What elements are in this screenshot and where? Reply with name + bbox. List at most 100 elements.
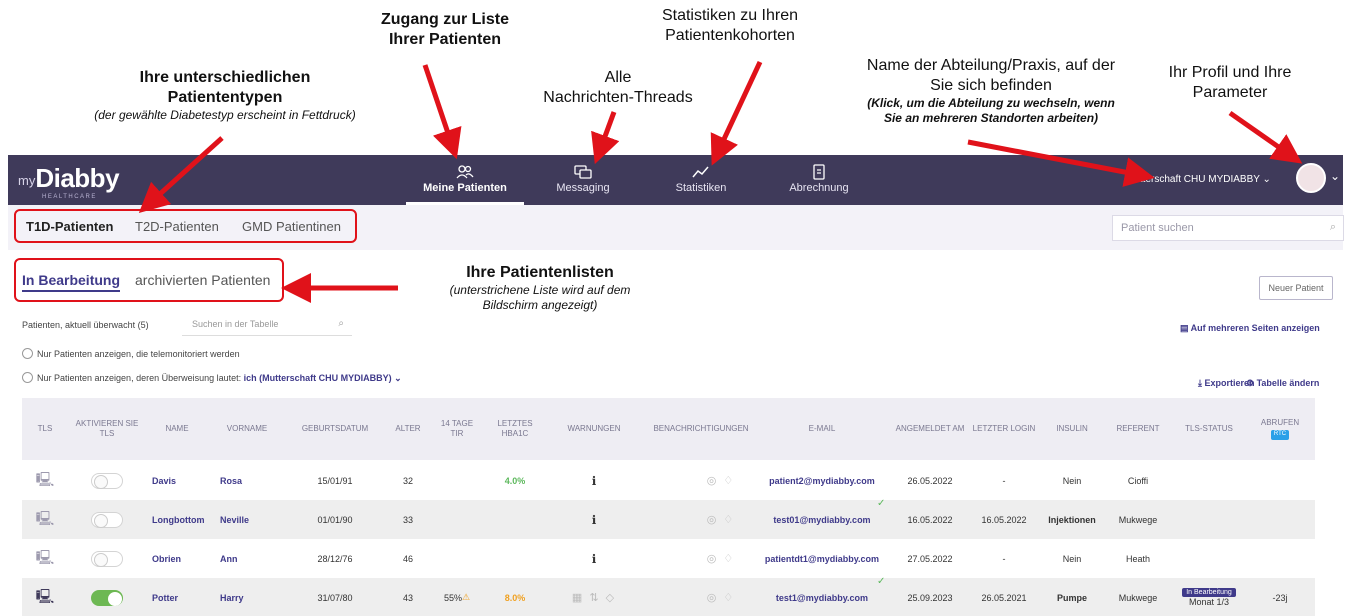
new-patient-button[interactable]: Neuer Patient [1259, 276, 1333, 300]
radio-button[interactable] [22, 348, 33, 359]
radio-button[interactable] [22, 372, 33, 383]
column-header-last-login[interactable]: LETZTER LOGIN [972, 398, 1036, 460]
column-header-retrieve[interactable]: ABRUFEN RTC [1250, 398, 1310, 460]
chevron-down-icon[interactable]: ⌄ [1330, 169, 1340, 183]
hba1c-value: 4.0% [504, 475, 526, 486]
table-row[interactable]: 🖳 Longbottom Neville 01/01/90 33 ℹ ◎ ♢ test01@m… [22, 498, 1315, 539]
patient-email[interactable]: patientdt1@mydiabby.com [762, 539, 882, 578]
referral-dropdown[interactable]: ich (Mutterschaft CHU MYDIABBY) ⌄ [244, 373, 402, 383]
tls-toggle[interactable] [91, 589, 123, 606]
nav-my-patients[interactable]: Meine Patienten [406, 155, 524, 205]
department-selector[interactable]: Mutterschaft CHU MYDIABBY ⌄ [1126, 174, 1271, 185]
table-search-input[interactable]: Suchen in der Tabelle ⌕ [182, 314, 352, 336]
tab-in-progress[interactable]: In Bearbeitung [22, 272, 121, 292]
notification-icons: ◎ ♢ [706, 514, 736, 526]
tls-toggle-cell[interactable] [72, 578, 142, 616]
device-icon[interactable]: 🖳 [22, 539, 68, 578]
nav-messaging[interactable]: Messaging [538, 155, 628, 205]
notifications-cell[interactable]: ◎ ♢ [686, 461, 756, 500]
annotation-patient-list: Zugang zur Liste Ihrer Patienten [345, 10, 545, 50]
monitor-icon: 🖳 [35, 509, 55, 526]
column-header-tls[interactable]: TLS [22, 398, 68, 460]
info-icon: ℹ [591, 512, 597, 527]
gear-icon: ⚙ [1246, 378, 1257, 388]
warnings-cell[interactable]: ℹ [550, 539, 638, 578]
patient-name[interactable]: Davis [152, 461, 212, 500]
tab-t1d-patients[interactable]: T1D-Patienten [26, 219, 113, 234]
table-row[interactable]: 🖳 Obrien Ann 28/12/76 46 ℹ ◎ ♢ patientdt1@mydia… [22, 539, 1315, 578]
column-header-referent[interactable]: REFERENT [1106, 398, 1170, 460]
column-header-firstname[interactable]: VORNAME [217, 398, 277, 460]
birth-date: 15/01/91 [317, 475, 353, 486]
notifications-cell[interactable]: ◎ ♢ [686, 500, 756, 539]
change-table-button[interactable]: ⚙ Tabelle ändern [1246, 378, 1319, 389]
patient-email[interactable]: test1@mydiabby.com [762, 578, 882, 616]
filter-referral[interactable]: Nur Patienten anzeigen, deren Überweisun… [22, 372, 402, 384]
patient-name[interactable]: Potter [152, 578, 212, 616]
referent: Mukwege [1118, 514, 1158, 525]
warnings-cell[interactable]: ℹ [550, 500, 638, 539]
patient-search-input[interactable]: Patient suchen ⌕ [1112, 215, 1344, 241]
patient-firstname[interactable]: Ann [220, 539, 280, 578]
notification-icons: ◎ ♢ [706, 475, 736, 487]
patient-email[interactable]: patient2@mydiabby.com [762, 461, 882, 500]
tab-archived-patients[interactable]: archivierten Patienten [135, 272, 270, 288]
table-row[interactable]: 🖳 Davis Rosa 15/01/91 32 4.0% ℹ ◎ ♢ patient2@myd… [22, 461, 1315, 500]
filter-telemonitored[interactable]: Nur Patienten anzeigen, die telemonitori… [22, 348, 240, 359]
column-header-insulin[interactable]: INSULIN [1042, 398, 1102, 460]
patient-email[interactable]: test01@mydiabby.com [762, 500, 882, 539]
notifications-cell[interactable]: ◎ ♢ [686, 578, 756, 616]
annotation-statistics: Statistiken zu Ihren Patientenkohorten [620, 6, 840, 46]
hba1c-value: 8.0% [504, 592, 526, 603]
tls-status [1174, 539, 1244, 578]
nav-label: Abrechnung [789, 182, 849, 194]
nav-billing[interactable]: Abrechnung [774, 155, 864, 205]
notifications-cell[interactable]: ◎ ♢ [686, 539, 756, 578]
tls-status: In Bearbeitung Monat 1/3 [1174, 578, 1244, 616]
app-logo[interactable]: myDiabby HEALTHCARE [18, 163, 120, 200]
annotation-note: (der gewählte Diabetestyp erscheint in F… [94, 108, 356, 122]
column-header-notifications[interactable]: BENACHRICHTIGUNGEN [646, 398, 756, 460]
table-header: TLS AKTIVIEREN SIE TLS NAME VORNAME GEBU… [22, 398, 1315, 460]
column-header-hba1c[interactable]: LETZTES HBA1C [490, 398, 540, 460]
patient-firstname[interactable]: Neville [220, 500, 280, 539]
column-header-birthdate[interactable]: GEBURTSDATUM [290, 398, 380, 460]
tab-gmd-patients[interactable]: GMD Patientinen [242, 219, 341, 234]
registered-date: 25.09.2023 [907, 592, 953, 603]
device-icon[interactable]: 🖳 [22, 461, 68, 500]
patient-firstname[interactable]: Rosa [220, 461, 280, 500]
warnings-cell[interactable]: ▦ ⇅ ◇ [550, 578, 638, 616]
tls-toggle-cell[interactable] [72, 461, 142, 500]
tls-toggle-cell[interactable] [72, 539, 142, 578]
hba1c-value [490, 539, 540, 578]
column-header-email[interactable]: E-MAIL [762, 398, 882, 460]
multi-page-link[interactable]: ▤ Auf mehreren Seiten anzeigen [1180, 323, 1320, 334]
device-icon[interactable]: 🖳 [22, 500, 68, 539]
patient-name[interactable]: Obrien [152, 539, 212, 578]
column-header-tir[interactable]: 14 TAGE TIR [434, 398, 480, 460]
monitor-icon: 🖳 [35, 548, 55, 565]
tab-t2d-patients[interactable]: T2D-Patienten [135, 219, 219, 234]
tls-toggle[interactable] [91, 511, 123, 528]
warnings-cell[interactable]: ℹ [550, 461, 638, 500]
column-header-activate-tls[interactable]: AKTIVIEREN SIE TLS [72, 398, 142, 460]
column-header-age[interactable]: ALTER [387, 398, 429, 460]
info-icon: ℹ [591, 551, 597, 566]
hba1c-value [490, 500, 540, 539]
birth-date: 28/12/76 [317, 553, 353, 564]
table-row[interactable]: 🖳 Potter Harry 31/07/80 43 55% ⚠ 8.0% ▦ ⇅ ◇ ◎ ♢ t… [22, 576, 1315, 616]
column-header-warnings[interactable]: WARNUNGEN [550, 398, 638, 460]
tls-toggle[interactable] [91, 550, 123, 567]
nav-statistics[interactable]: Statistiken [656, 155, 746, 205]
tls-toggle-cell[interactable] [72, 500, 142, 539]
profile-avatar[interactable] [1296, 163, 1326, 193]
device-icon[interactable]: 🖳 [22, 578, 68, 616]
patient-name[interactable]: Longbottom [152, 500, 212, 539]
patients-icon [456, 164, 474, 180]
tls-toggle[interactable] [91, 472, 123, 489]
column-header-registered[interactable]: ANGEMELDET AM [894, 398, 966, 460]
column-header-name[interactable]: NAME [147, 398, 207, 460]
patient-firstname[interactable]: Harry [220, 578, 280, 616]
messages-icon [574, 164, 592, 180]
column-header-tls-status[interactable]: TLS-STATUS [1174, 398, 1244, 460]
